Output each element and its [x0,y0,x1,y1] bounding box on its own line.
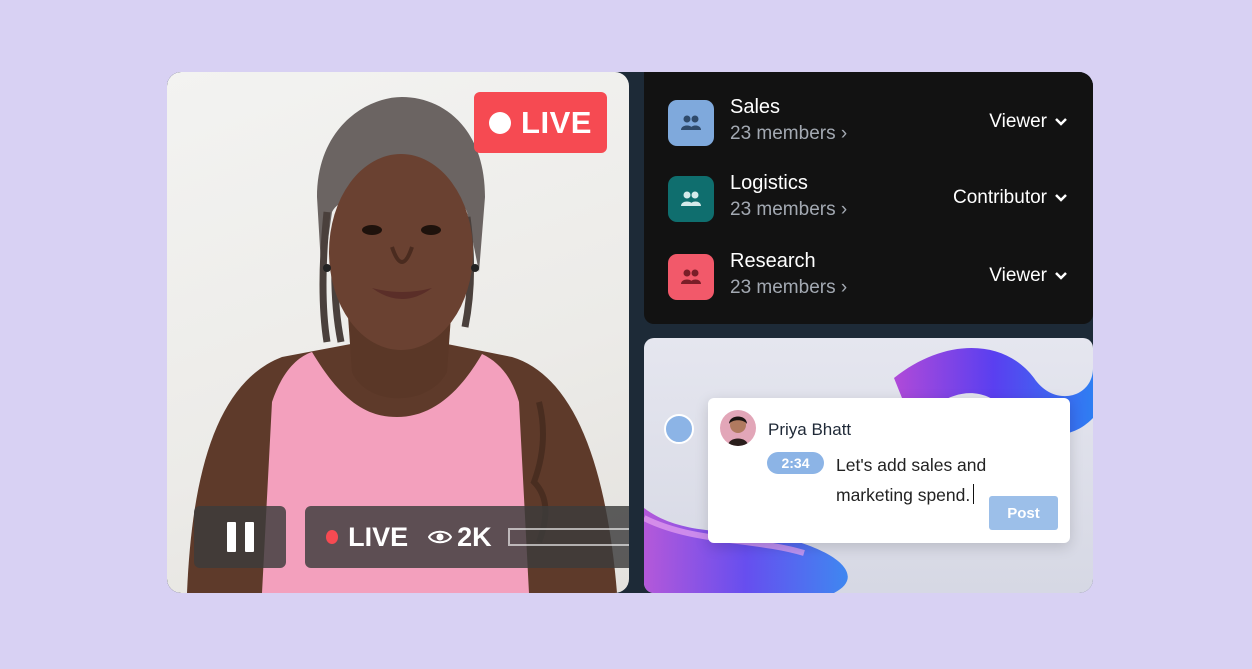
viewer-count: 2K [457,521,492,552]
chevron-down-icon [1055,272,1067,280]
team-row-sales: Sales 23 members › Viewer [668,96,1068,152]
team-members-link[interactable]: 23 members › [730,123,847,145]
team-members-link[interactable]: 23 members › [730,277,847,299]
pause-icon [226,522,236,552]
team-name: Research [730,250,816,272]
role-dropdown[interactable]: Viewer [989,111,1068,133]
dashboard-card: LIVE LIVE 2K Sales 23 members › Viewer L… [167,72,1093,593]
status-live-label: LIVE [348,521,409,552]
live-badge-label: LIVE [521,104,592,140]
role-label: Viewer [989,111,1047,132]
timestamp-badge[interactable]: 2:34 [767,452,824,474]
chevron-down-icon [1055,194,1067,202]
pause-button[interactable] [194,506,286,568]
team-permissions-panel: Sales 23 members › Viewer Logistics 23 m… [644,72,1093,324]
live-video-panel[interactable]: LIVE LIVE 2K [167,72,629,593]
group-icon [668,254,714,300]
role-dropdown[interactable]: Contributor [953,187,1068,209]
chevron-down-icon [1055,118,1067,126]
group-icon [668,176,714,222]
comment-box: Priya Bhatt 2:34 Let's add sales and mar… [708,398,1070,543]
role-label: Contributor [953,187,1047,208]
team-row-research: Research 23 members › Viewer [668,250,1068,306]
eye-icon [428,529,453,545]
stream-progress-bar[interactable] [507,528,629,546]
live-dot-icon [489,111,512,134]
role-label: Viewer [989,265,1047,286]
group-icon [668,100,714,146]
stream-status-bar: LIVE 2K [305,506,629,568]
comment-author: Priya Bhatt [768,420,852,439]
text-caret [973,484,975,504]
team-name: Logistics [730,172,808,194]
team-row-logistics: Logistics 23 members › Contributor [668,172,1068,228]
team-name: Sales [730,96,781,118]
avatar [720,410,756,446]
live-badge: LIVE [474,92,607,153]
comment-panel: Priya Bhatt 2:34 Let's add sales and mar… [644,338,1093,593]
live-dot-icon [326,530,339,544]
collaborator-cursor-icon [664,414,694,444]
post-button[interactable]: Post [989,496,1058,530]
role-dropdown[interactable]: Viewer [989,265,1068,287]
team-members-link[interactable]: 23 members › [730,199,847,221]
